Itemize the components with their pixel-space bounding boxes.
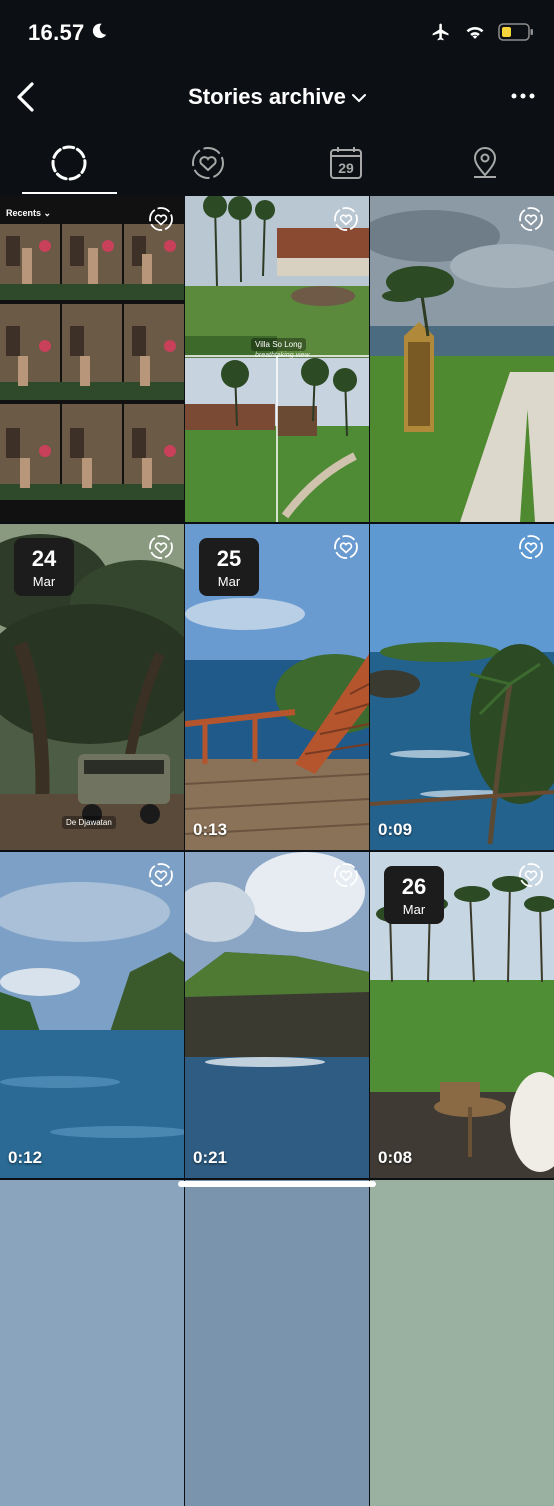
tab-highlights[interactable] (139, 130, 278, 196)
story-thumbnail[interactable]: 24 Mar De Djawatan (0, 524, 184, 850)
photo-collage-image (0, 196, 184, 522)
villa-collage-image (185, 196, 369, 522)
date-month: Mar (384, 902, 444, 917)
highlight-heart-icon[interactable] (518, 862, 544, 888)
location-sticker: De Djawatan (62, 816, 116, 829)
story-thumbnail[interactable]: 25 Mar 0:13 (185, 524, 369, 850)
story-thumbnail[interactable]: 0:12 (0, 852, 184, 1178)
date-month: Mar (199, 574, 259, 589)
highlight-heart-icon[interactable] (148, 534, 174, 560)
heart-circle-icon (190, 145, 226, 181)
rocky-cliff-image (185, 852, 369, 1178)
highlight-heart-icon[interactable] (333, 534, 359, 560)
video-duration: 0:09 (378, 820, 412, 840)
status-time: 16.57 (28, 20, 85, 46)
archive-tabs: 29 (0, 130, 554, 196)
header: Stories archive (0, 70, 554, 125)
story-thumbnail[interactable]: 26 Mar 0:08 (370, 852, 554, 1178)
video-duration: 0:13 (193, 820, 227, 840)
date-badge: 25 Mar (199, 538, 259, 596)
home-indicator[interactable] (178, 1181, 376, 1187)
page-title: Stories archive (188, 84, 346, 109)
story-thumbnail[interactable]: 0:21 (185, 852, 369, 1178)
story-thumbnail[interactable]: Recents ⌄ (0, 196, 184, 522)
highlight-heart-icon[interactable] (148, 862, 174, 888)
story-grid: Recents ⌄ Villa So Long breathtaking vie… (0, 196, 554, 1199)
recents-label: Recents ⌄ (6, 208, 51, 219)
story-thumbnail[interactable] (185, 1180, 369, 1506)
calendar-day-label: 29 (338, 160, 354, 176)
date-day: 25 (199, 546, 259, 572)
highlight-heart-icon[interactable] (518, 206, 544, 232)
more-options-icon[interactable] (510, 86, 536, 106)
date-badge: 26 Mar (384, 866, 444, 924)
calendar-icon: 29 (328, 145, 364, 181)
date-badge: 24 Mar (14, 538, 74, 596)
story-thumbnail[interactable]: Villa So Long breathtaking view (185, 196, 369, 522)
archive-title-dropdown[interactable]: Stories archive (0, 84, 554, 110)
chevron-down-icon (352, 93, 366, 103)
highlight-heart-icon[interactable] (333, 862, 359, 888)
story-thumbnail[interactable] (370, 1180, 554, 1506)
battery-icon (498, 23, 534, 41)
sea-cliffs-image (0, 852, 184, 1178)
wifi-icon (464, 23, 486, 41)
video-duration: 0:21 (193, 1148, 227, 1168)
story-thumbnail[interactable] (0, 1180, 184, 1506)
highlight-heart-icon[interactable] (333, 206, 359, 232)
tab-map[interactable] (416, 130, 554, 196)
highlight-heart-icon[interactable] (148, 206, 174, 232)
story-caption: breathtaking view (255, 352, 309, 359)
video-duration: 0:12 (8, 1148, 42, 1168)
tab-calendar[interactable]: 29 (277, 130, 416, 196)
seaside-path-image (370, 196, 554, 522)
story-ring-icon (50, 144, 88, 182)
story-thumbnail[interactable] (370, 196, 554, 522)
date-month: Mar (14, 574, 74, 589)
highlight-heart-icon[interactable] (518, 534, 544, 560)
status-bar: 16.57 (0, 0, 554, 70)
video-duration: 0:08 (378, 1148, 412, 1168)
date-day: 26 (384, 874, 444, 900)
location-pin-icon (467, 145, 503, 181)
airplane-icon (430, 22, 452, 42)
date-day: 24 (14, 546, 74, 572)
ocean-cliff-image (370, 524, 554, 850)
moon-icon (90, 22, 108, 40)
story-thumbnail[interactable]: 0:09 (370, 524, 554, 850)
tab-stories[interactable] (0, 130, 139, 196)
location-sticker: Villa So Long (251, 338, 306, 351)
